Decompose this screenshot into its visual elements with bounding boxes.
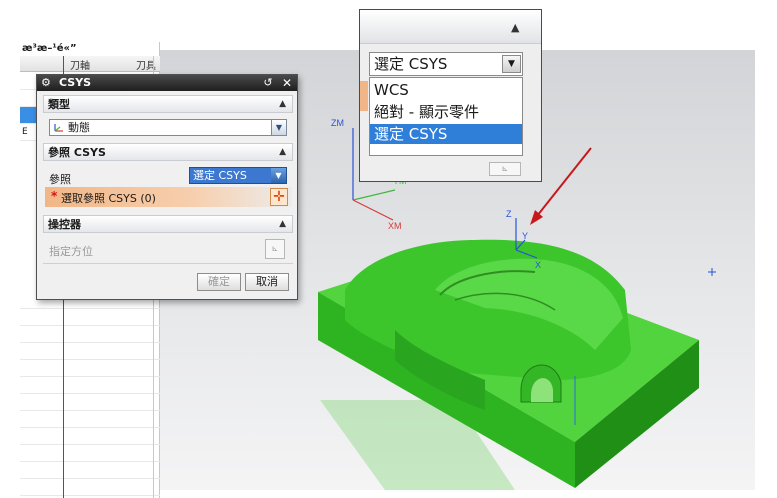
ref-select-zoomed-value: 選定 CSYS — [374, 55, 448, 73]
option-selected-csys[interactable]: 選定 CSYS — [370, 124, 522, 144]
csys-y-label: Y — [522, 231, 528, 241]
chevron-down-icon[interactable]: ▼ — [271, 120, 286, 135]
ref-select-value: 選定 CSYS — [193, 169, 247, 182]
wcs-z-label: ZM — [331, 118, 344, 128]
list-item[interactable] — [20, 326, 160, 343]
zoomed-dropdown-inset: ▲ 選定 CSYS ▼ WCS 絕對 - 顯示零件 選定 CSYS ⊾ — [359, 9, 542, 182]
option-absolute[interactable]: 絕對 - 顯示零件 — [370, 102, 522, 122]
divider — [43, 263, 293, 264]
orient-label: 指定方位 — [49, 245, 93, 258]
ref-dropdown-list: WCS 絕對 - 顯示零件 選定 CSYS — [369, 77, 523, 156]
section-ref-header[interactable]: 參照 CSYS ▲ — [43, 143, 293, 161]
section-ref-label: 參照 CSYS — [48, 146, 106, 159]
navigator-title: æ³æ–¹é«” — [22, 43, 77, 54]
chevron-down-icon[interactable]: ▼ — [271, 168, 286, 183]
dialog-title: CSYS — [59, 76, 92, 89]
section-manipulator-label: 操控器 — [48, 218, 81, 231]
type-select-value: 動態 — [68, 121, 90, 134]
select-ref-label: 選取參照 CSYS (0) — [61, 192, 156, 205]
ref-label: 參照 — [49, 173, 71, 186]
section-type-header[interactable]: 類型 ▲ — [43, 95, 293, 113]
wcs-x-label: XM — [388, 221, 402, 231]
csys-dialog: ⚙ CSYS ↺ ✕ 類型 ▲ 動態 ▼ 參照 CSYS ▲ 參照 選定 CSY… — [36, 74, 298, 300]
close-icon[interactable]: ✕ — [279, 76, 295, 90]
dialog-titlebar[interactable]: ⚙ CSYS ↺ ✕ — [37, 75, 297, 91]
select-ref-csys-row[interactable]: * 選取參照 CSYS (0) ✛ — [45, 187, 292, 207]
csys-z-label: Z — [506, 209, 512, 219]
orient-csys-icon[interactable]: ⊾ — [265, 239, 285, 259]
option-wcs[interactable]: WCS — [370, 80, 522, 100]
column-tool-axis[interactable]: 刀軸 — [70, 57, 90, 72]
list-item[interactable] — [20, 445, 160, 462]
ref-select[interactable]: 選定 CSYS ▼ — [189, 167, 287, 184]
orient-csys-icon[interactable]: ⊾ — [489, 162, 521, 176]
list-item[interactable] — [20, 360, 160, 377]
chevron-up-icon[interactable]: ▲ — [279, 144, 286, 161]
inset-section-header: ▲ — [360, 10, 541, 44]
point-marker — [708, 268, 716, 276]
highlight-strip — [360, 81, 368, 111]
ok-button[interactable]: 確定 — [197, 273, 241, 291]
chevron-up-icon[interactable]: ▲ — [511, 21, 519, 34]
crosshair-icon[interactable]: ✛ — [270, 188, 288, 206]
ref-select-zoomed[interactable]: 選定 CSYS ▼ — [369, 52, 523, 76]
list-item[interactable] — [20, 411, 160, 428]
list-item[interactable] — [20, 377, 160, 394]
navigator-column-header: 刀軸 刀具 — [20, 56, 160, 72]
gear-icon[interactable]: ⚙ — [41, 76, 51, 90]
chevron-up-icon[interactable]: ▲ — [279, 216, 286, 233]
list-item[interactable] — [20, 479, 160, 496]
list-item[interactable] — [20, 428, 160, 445]
list-item[interactable] — [20, 343, 160, 360]
type-select[interactable]: 動態 ▼ — [49, 119, 287, 136]
list-item[interactable] — [20, 309, 160, 326]
chevron-up-icon[interactable]: ▲ — [279, 96, 286, 113]
required-marker: * — [51, 189, 58, 203]
section-type-label: 類型 — [48, 98, 70, 111]
cancel-button[interactable]: 取消 — [245, 273, 289, 291]
list-item[interactable] — [20, 462, 160, 479]
reset-icon[interactable]: ↺ — [260, 76, 276, 90]
csys-x-label: X — [535, 260, 541, 270]
chevron-down-icon[interactable]: ▼ — [502, 55, 521, 73]
dynamic-csys-icon — [54, 124, 63, 132]
list-item[interactable] — [20, 394, 160, 411]
section-manipulator-header[interactable]: 操控器 ▲ — [43, 215, 293, 233]
